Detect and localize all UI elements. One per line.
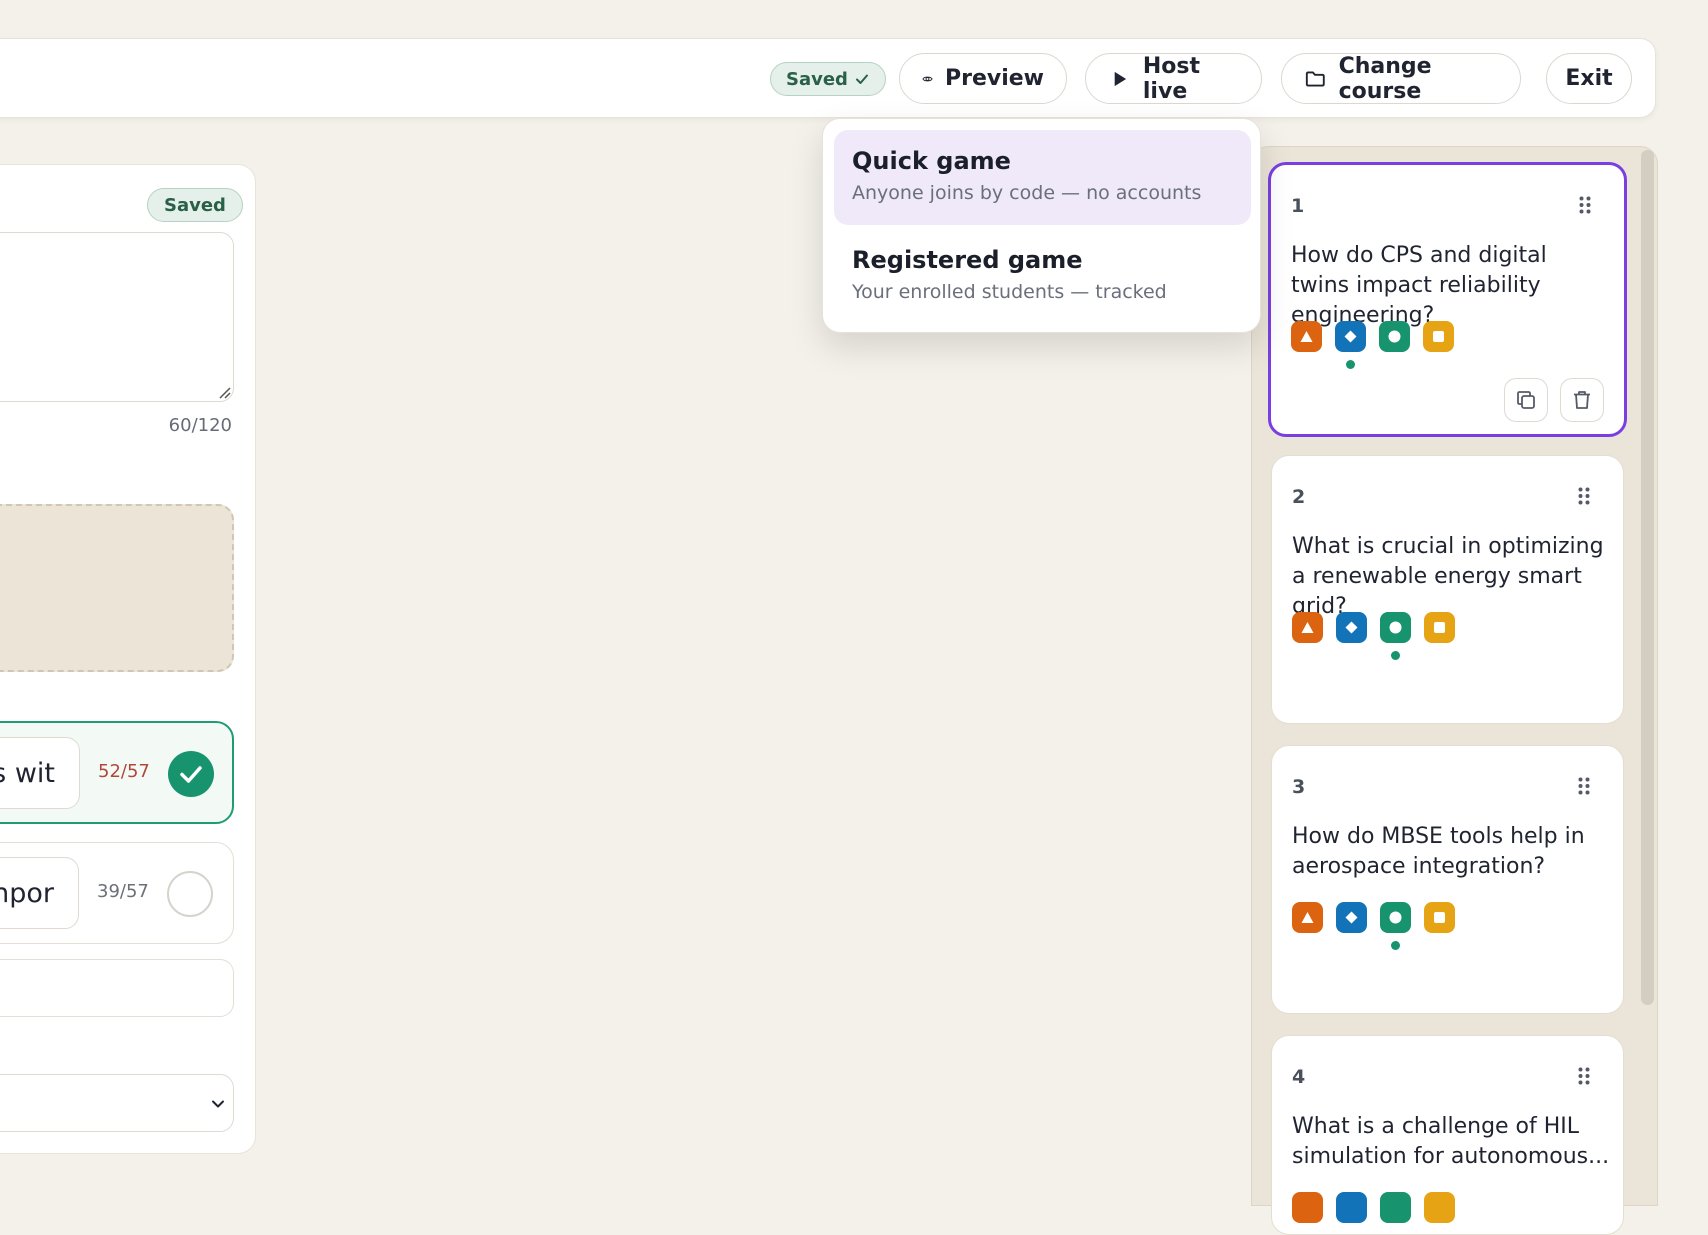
correct-answer-toggle[interactable]	[167, 871, 213, 917]
question-number: 2	[1292, 486, 1306, 508]
question-text: What is crucial in optimizing a renewabl…	[1292, 534, 1604, 619]
chevron-down-icon	[212, 1100, 224, 1108]
delete-button[interactable]	[1560, 378, 1604, 422]
play-icon	[1114, 71, 1127, 86]
correct-indicator-dot	[1391, 941, 1400, 950]
question-list-scrollbar[interactable]	[1641, 150, 1654, 1005]
change-course-button-label: Change course	[1338, 53, 1432, 104]
drag-handle-icon[interactable]	[1577, 486, 1591, 506]
answer-shape-row	[1292, 612, 1455, 660]
circle-icon	[1379, 321, 1410, 352]
folder-icon	[1305, 70, 1325, 87]
drag-handle-icon[interactable]	[1577, 776, 1591, 796]
eye-icon	[922, 76, 933, 81]
preview-button[interactable]: Preview	[899, 53, 1067, 104]
saved-status-label: Saved	[786, 68, 848, 90]
question-number: 1	[1291, 195, 1305, 217]
menu-item-subtitle: Your enrolled students — tracked	[852, 281, 1167, 303]
triangle-icon	[1292, 1192, 1323, 1223]
circle-icon	[1380, 612, 1411, 660]
answer-text: npor	[0, 877, 54, 909]
menu-item-title: Registered game	[852, 246, 1083, 274]
answer-shape-row	[1292, 902, 1455, 950]
correct-indicator-dot	[1391, 651, 1400, 660]
resize-grip-icon[interactable]	[217, 385, 231, 399]
circle-icon	[1380, 902, 1411, 950]
check-icon	[855, 74, 868, 84]
answer-char-count: 39/57	[97, 881, 149, 902]
answer-row: npor 39/57	[0, 842, 234, 944]
menu-item-quick-game[interactable]: Quick game Anyone joins by code — no acc…	[834, 130, 1251, 225]
question-saved-label: Saved	[164, 194, 226, 216]
copy-icon	[1517, 391, 1535, 409]
drag-handle-icon[interactable]	[1577, 1066, 1591, 1086]
triangle-icon	[1292, 612, 1323, 643]
answer-input[interactable]: npor	[0, 857, 79, 929]
correct-indicator-dot	[1346, 360, 1355, 369]
square-icon	[1423, 321, 1454, 352]
question-card[interactable]: 1 How do CPS and digital twins impact re…	[1268, 162, 1627, 437]
card-actions	[1504, 378, 1604, 422]
saved-status-badge: Saved	[770, 62, 886, 96]
answer-input-empty[interactable]	[0, 959, 234, 1017]
question-text: What is a challenge of HIL simulation fo…	[1292, 1114, 1610, 1169]
exit-button-label: Exit	[1565, 66, 1613, 91]
host-live-button[interactable]: Host live	[1085, 53, 1262, 104]
triangle-icon	[1292, 902, 1323, 933]
answer-text: s wit	[0, 757, 55, 789]
question-char-count: 60/120	[168, 415, 232, 436]
answer-shape-row	[1292, 1192, 1455, 1223]
circle-icon	[1380, 1192, 1411, 1223]
trash-icon	[1574, 391, 1590, 409]
question-text: How do MBSE tools help in aerospace inte…	[1292, 824, 1585, 879]
host-live-menu: Quick game Anyone joins by code — no acc…	[822, 118, 1261, 333]
question-number: 3	[1292, 776, 1306, 798]
question-card[interactable]: 4 What is a challenge of HIL simulation …	[1271, 1035, 1624, 1235]
diamond-icon	[1336, 612, 1367, 643]
square-icon	[1424, 612, 1455, 643]
question-saved-badge: Saved	[147, 188, 243, 222]
exit-button[interactable]: Exit	[1546, 53, 1632, 104]
square-icon	[1424, 1192, 1455, 1223]
answer-shape-row	[1291, 321, 1454, 369]
question-text: How do CPS and digital twins impact reli…	[1291, 243, 1547, 328]
time-limit-select[interactable]	[0, 1074, 234, 1132]
change-course-button[interactable]: Change course	[1281, 53, 1521, 104]
menu-item-subtitle: Anyone joins by code — no accounts	[852, 182, 1202, 204]
menu-item-registered-game[interactable]: Registered game Your enrolled students —…	[834, 229, 1251, 324]
square-icon	[1424, 902, 1455, 933]
duplicate-button[interactable]	[1504, 378, 1548, 422]
media-drop-zone[interactable]	[0, 504, 234, 672]
check-icon	[180, 766, 202, 783]
question-text-input[interactable]	[0, 232, 234, 402]
answer-row: s wit 52/57	[0, 721, 234, 824]
diamond-icon	[1336, 902, 1367, 933]
answer-char-count: 52/57	[98, 761, 150, 782]
question-card[interactable]: 2 What is crucial in optimizing a renewa…	[1271, 455, 1624, 724]
menu-item-title: Quick game	[852, 147, 1011, 175]
preview-button-label: Preview	[944, 66, 1044, 91]
correct-answer-toggle[interactable]	[168, 751, 214, 797]
diamond-icon	[1335, 321, 1366, 369]
host-live-button-label: Host live	[1142, 53, 1201, 104]
diamond-icon	[1336, 1192, 1367, 1223]
answer-input[interactable]: s wit	[0, 737, 80, 809]
question-number: 4	[1292, 1066, 1306, 1088]
question-card[interactable]: 3 How do MBSE tools help in aerospace in…	[1271, 745, 1624, 1014]
triangle-icon	[1291, 321, 1322, 352]
drag-handle-icon[interactable]	[1578, 195, 1592, 215]
